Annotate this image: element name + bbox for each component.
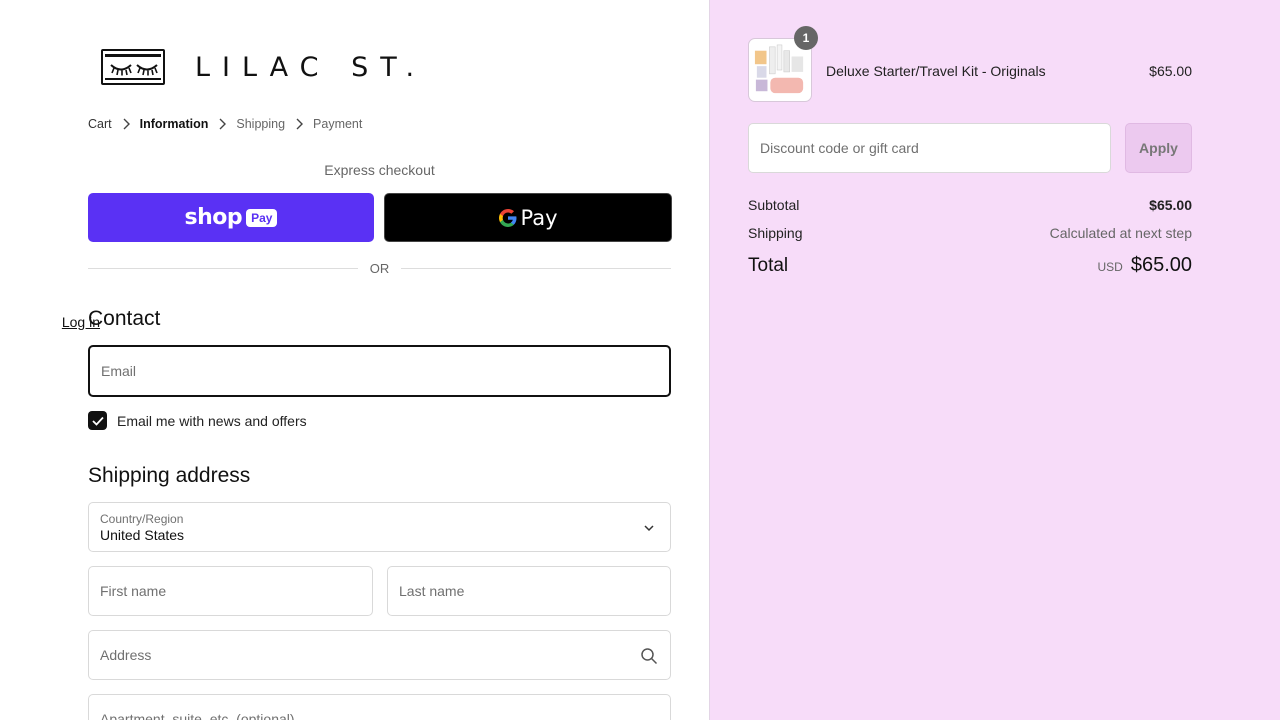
checkmark-icon [91,416,104,426]
apartment-field[interactable]: Apartment, suite, etc. (optional) [88,694,671,720]
chevron-right-icon [112,118,140,130]
apartment-placeholder: Apartment, suite, etc. (optional) [100,711,295,720]
email-placeholder: Email [101,363,137,379]
total-row: Total USD $65.00 [748,254,1192,277]
or-text: OR [369,261,390,276]
chevron-down-icon [644,525,654,532]
chevron-right-icon [285,118,313,130]
shipping-address-heading: Shipping address [88,464,251,487]
chevron-right-icon [208,118,236,130]
product-price: $65.00 [1149,63,1192,79]
email-field[interactable]: Email [88,345,671,397]
total-amount-group: USD $65.00 [1097,254,1192,277]
subtotal-label: Subtotal [748,197,800,213]
search-icon[interactable] [640,647,658,665]
first-name-field[interactable]: First name [88,566,373,616]
discount-code-input[interactable]: Discount code or gift card [748,123,1111,173]
country-label: Country/Region [100,511,184,526]
google-pay-button[interactable]: Pay [384,193,672,242]
breadcrumb-payment: Payment [313,117,363,131]
google-pay-wordmark: Pay [520,205,558,230]
last-name-field[interactable]: Last name [387,566,671,616]
newsletter-label: Email me with news and offers [117,412,307,429]
google-g-icon [499,208,517,227]
eyelash-logo-icon [101,49,165,85]
last-name-placeholder: Last name [399,583,465,599]
discount-placeholder: Discount code or gift card [760,140,919,156]
country-value: United States [100,526,185,543]
total-currency: USD [1097,260,1123,274]
brand-logo[interactable]: LILAC ST. [101,49,426,85]
login-link[interactable]: Log in [62,314,100,330]
total-label: Total [748,255,789,276]
order-summary [710,0,1280,720]
country-select[interactable]: Country/Region United States [88,502,671,552]
breadcrumb-cart[interactable]: Cart [88,117,112,131]
quantity-badge: 1 [794,26,818,50]
apply-discount-button[interactable]: Apply [1125,123,1192,173]
divider-line [401,268,671,269]
breadcrumb-information: Information [139,117,209,131]
address-placeholder: Address [100,647,152,663]
breadcrumb-shipping: Shipping [236,117,286,131]
brand-name: LILAC ST. [195,51,427,83]
shop-pay-button[interactable]: shop Pay [88,193,374,242]
first-name-placeholder: First name [100,583,167,599]
newsletter-option[interactable]: Email me with news and offers [88,411,307,430]
shop-pay-wordmark: shop [184,205,243,230]
or-divider: OR [88,261,671,276]
breadcrumb: Cart Information Shipping Payment [88,117,362,131]
express-checkout-label: Express checkout [324,162,435,178]
shipping-label: Shipping [748,225,803,241]
divider-line [88,268,358,269]
shop-pay-badge: Pay [246,208,278,227]
subtotal-row: Subtotal $65.00 [748,197,1192,213]
product-name: Deluxe Starter/Travel Kit - Originals [826,63,1046,79]
subtotal-value: $65.00 [1149,197,1192,213]
address-field[interactable]: Address [88,630,671,680]
product-image [754,44,804,94]
shipping-value: Calculated at next step [1049,225,1192,241]
checkout-main: LILAC ST. Cart Information Shipping Paym… [0,0,709,720]
total-value: $65.00 [1130,254,1192,276]
shipping-row: Shipping Calculated at next step [748,225,1192,241]
newsletter-checkbox[interactable] [88,411,107,430]
